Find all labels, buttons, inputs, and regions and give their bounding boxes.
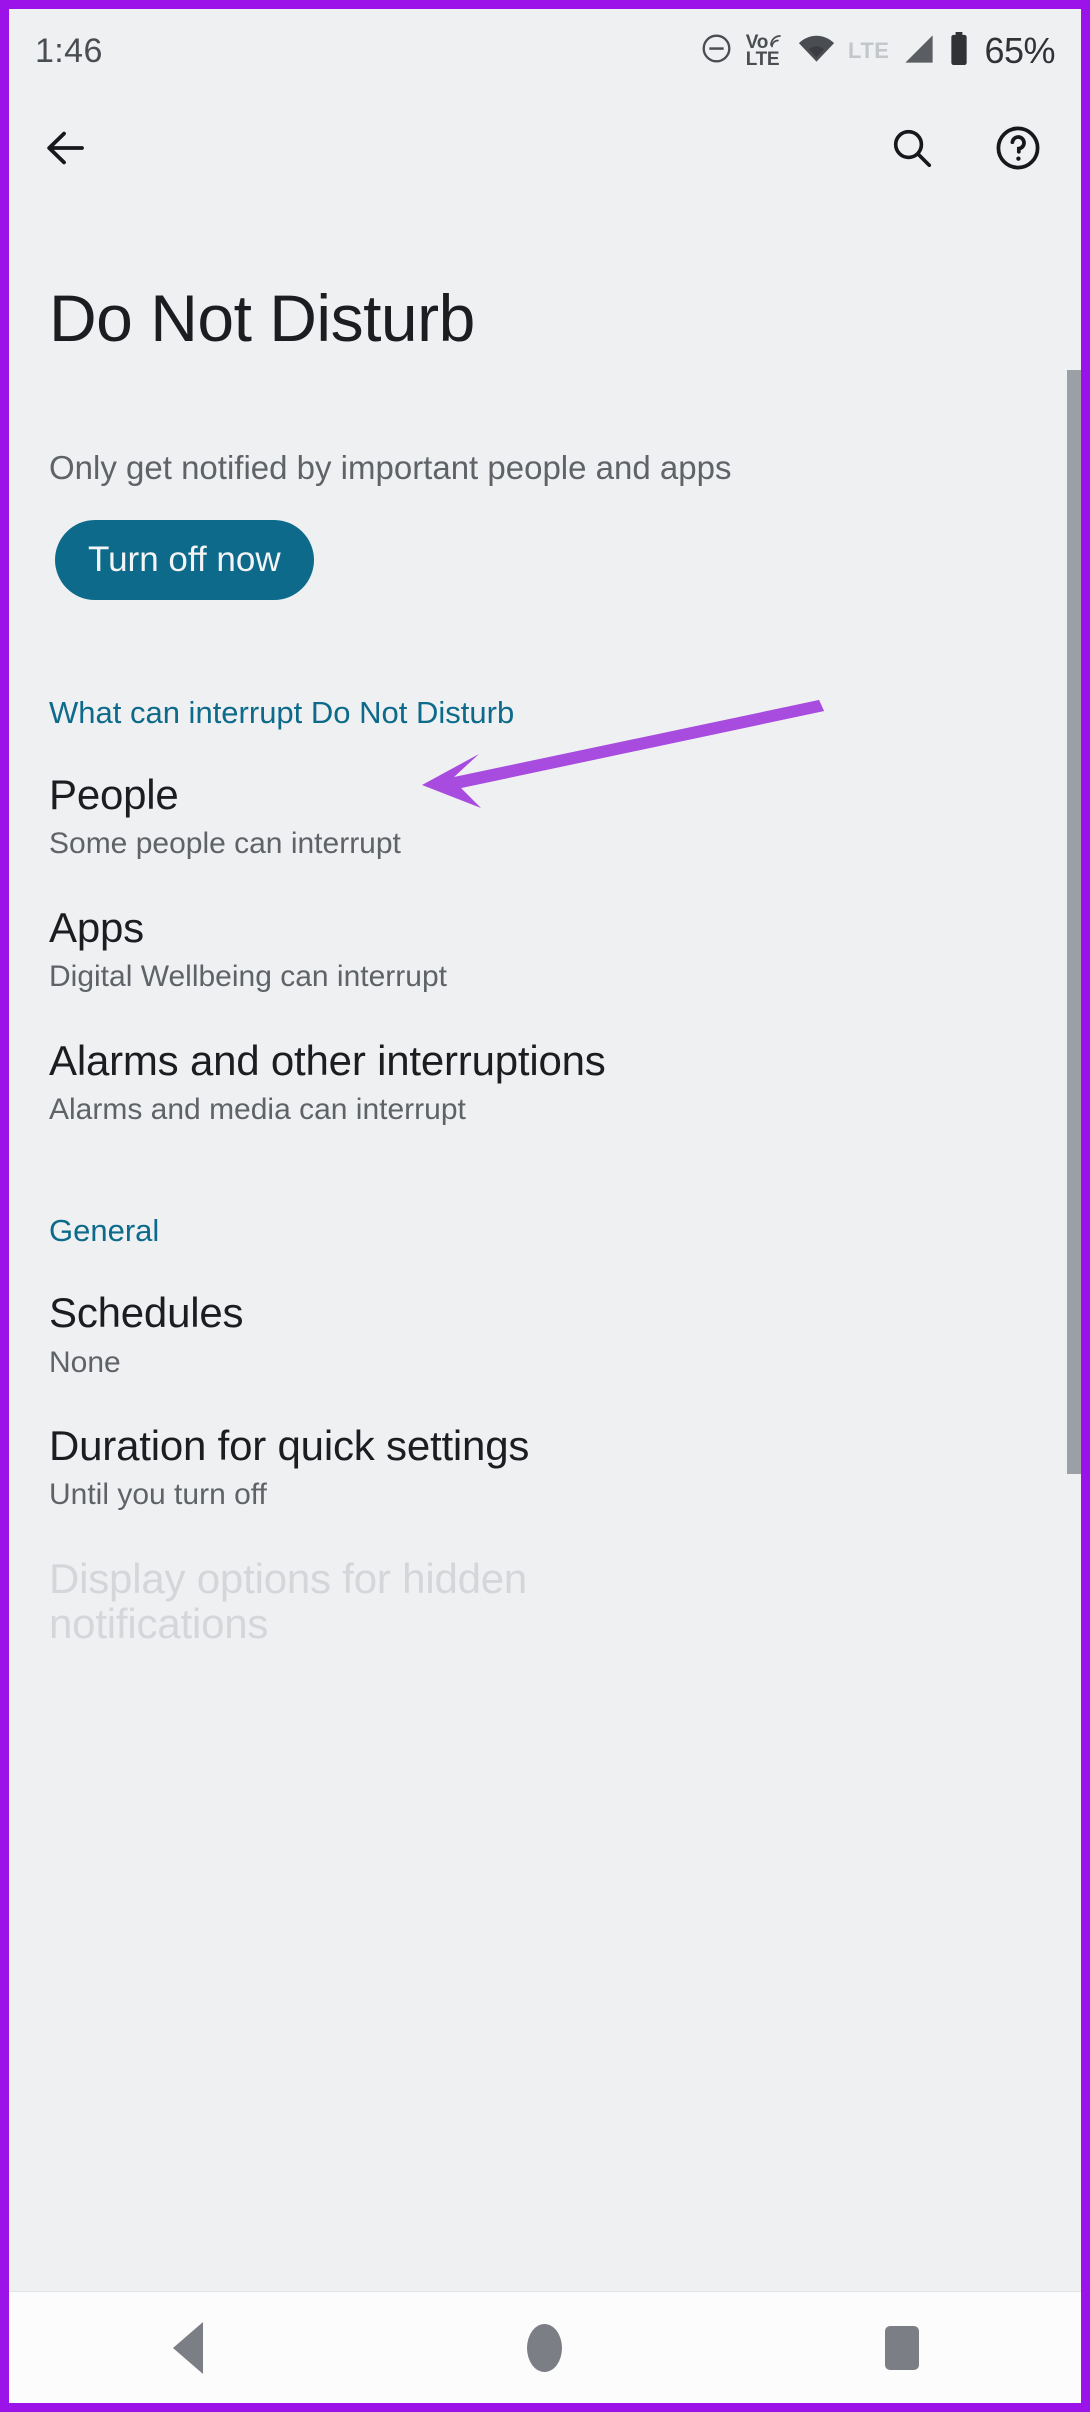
pref-summary: Some people can interrupt [49,827,401,861]
nav-back-icon [172,2321,203,2374]
battery-icon [949,31,969,71]
turn-off-now-button[interactable]: Turn off now [55,520,314,600]
pref-alarms-and-other-interruptions[interactable]: Alarms and other interruptions Alarms an… [49,1036,1081,1127]
pref-title: People [49,771,179,818]
section-header-interrupt: What can interrupt Do Not Disturb [49,695,515,730]
battery-percent-label: 65% [984,30,1055,71]
pref-display-options-for-hidden-notifications[interactable]: Display options for hidden notifications [49,1554,1081,1648]
pref-apps[interactable]: Apps Digital Wellbeing can interrupt [49,903,1081,994]
turn-off-button-container: Turn off now [55,520,1081,600]
phone-screen: 1:46 Vo LTE LTE 65% Do Not Disturb Only … [0,0,1090,2412]
pref-title: Duration for quick settings [49,1422,530,1469]
nav-recents-icon [885,2325,920,2370]
volte-lte-label: LTE [745,49,780,70]
pref-title-line2: notifications [49,1600,269,1648]
nav-home-icon [527,2323,563,2372]
do-not-disturb-icon [700,32,733,70]
settings-scroll-content[interactable]: Do Not Disturb Only get notified by impo… [9,203,1081,2403]
pref-summary: Digital Wellbeing can interrupt [49,960,447,994]
status-bar: 1:46 Vo LTE LTE 65% [9,9,1081,93]
scrollbar-track[interactable] [1067,9,1081,2403]
pref-duration-for-quick-settings[interactable]: Duration for quick settings Until you tu… [49,1423,1081,1512]
pref-schedules[interactable]: Schedules None [49,1290,1081,1379]
pref-title: Alarms and other interruptions [49,1036,606,1084]
pref-people[interactable]: People Some people can interrupt [49,772,1081,861]
pref-title: Schedules [49,1289,244,1337]
pref-summary: Until you turn off [49,1478,267,1512]
nav-recents-button[interactable] [827,2292,977,2404]
pref-title: Apps [49,903,144,951]
volte-icon: Vo LTE [745,32,785,70]
app-bar [9,93,1081,203]
nav-back-button[interactable] [113,2292,263,2404]
app-bar-actions [883,119,1047,177]
page-subtitle: Only get notified by important people an… [49,449,732,486]
status-icon-group: Vo LTE LTE 65% [700,30,1055,72]
search-icon[interactable] [883,119,941,177]
system-navigation-bar [9,2291,1081,2403]
section-header-general: General [49,1213,160,1249]
page-title: Do Not Disturb [49,281,475,355]
cellular-signal-icon [902,34,936,69]
nav-home-button[interactable] [470,2292,620,2404]
back-button[interactable] [37,119,95,177]
wifi-icon [798,35,835,68]
status-clock: 1:46 [35,32,103,70]
help-icon[interactable] [989,119,1047,177]
scrollbar-thumb[interactable] [1067,370,1081,1474]
pref-summary: Alarms and media can interrupt [49,1092,466,1126]
pref-title-line1: Display options for hidden [49,1554,528,1602]
lte-label-icon: LTE [848,38,890,63]
pref-summary: None [49,1345,121,1379]
